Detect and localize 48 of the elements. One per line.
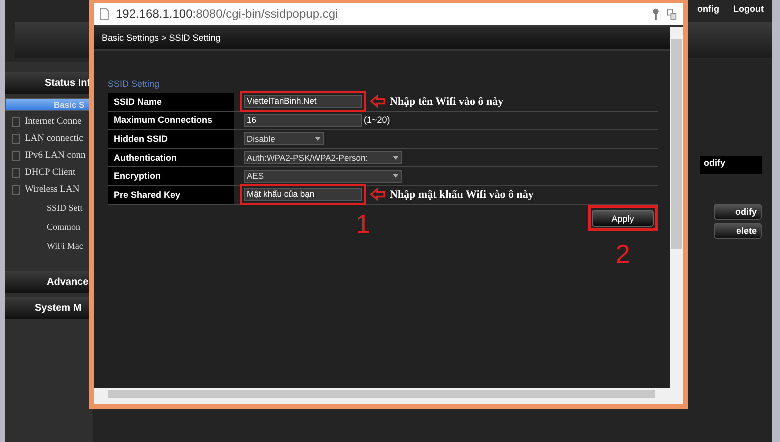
- tree-node-icon: [12, 134, 20, 144]
- sidebar-subitem[interactable]: WiFi Mac: [5, 236, 93, 255]
- step-number: 1: [356, 210, 370, 241]
- sidebar-item[interactable]: Wireless LAN: [25, 184, 80, 194]
- field-label: Hidden SSID: [108, 130, 234, 148]
- field-label: Authentication: [108, 148, 234, 166]
- text-field[interactable]: odify: [700, 156, 762, 174]
- header-link[interactable]: onfig: [698, 4, 720, 20]
- input-field[interactable]: Mật khẩu của bạn: [244, 188, 362, 202]
- breadcrumb: Basic Settings > SSID Setting: [94, 27, 670, 51]
- arrow-left-icon: [370, 188, 386, 202]
- step-number: 2: [616, 241, 630, 268]
- field-label: SSID Name: [108, 93, 234, 111]
- sidebar-subitem[interactable]: Common: [5, 217, 93, 236]
- url-text: 192.168.1.100:8080/cgi-bin/ssidpopup.cgi: [116, 7, 338, 21]
- caret-icon: [393, 156, 399, 160]
- arrow-left-icon: [370, 95, 386, 108]
- sidebar-item[interactable]: IPv6 LAN conn: [25, 150, 86, 160]
- annotation-text: Nhập mật khẩu Wifi vào ô này: [390, 188, 534, 201]
- dropdown[interactable]: Disable: [244, 132, 324, 146]
- address-bar[interactable]: 192.168.1.100:8080/cgi-bin/ssidpopup.cgi: [94, 3, 683, 27]
- annotation-text: Nhập tên Wifi vào ô này: [390, 96, 504, 108]
- input-field[interactable]: ViettelTanBinh.Net: [244, 95, 362, 108]
- page-icon: [100, 8, 110, 20]
- tree-node-icon: [12, 150, 20, 160]
- input-field[interactable]: 16: [244, 114, 362, 127]
- field-label: Pre Shared Key: [108, 186, 234, 204]
- field-label: Maximum Connections: [108, 112, 234, 130]
- field-label: Encryption: [108, 167, 234, 185]
- range-hint: (1~20): [364, 115, 390, 126]
- panel-button[interactable]: elete: [714, 223, 762, 239]
- section-title: SSID Setting: [108, 79, 161, 89]
- caret-icon: [315, 136, 321, 141]
- tree-node-icon: [12, 116, 20, 126]
- apply-button[interactable]: Apply: [592, 210, 654, 228]
- caret-icon: [393, 174, 399, 178]
- dropdown[interactable]: AES: [244, 170, 402, 183]
- key-icon[interactable]: [651, 8, 661, 20]
- panel-button[interactable]: odify: [714, 204, 762, 220]
- header-link[interactable]: Logout: [734, 4, 764, 20]
- tree-node-icon: [12, 184, 20, 194]
- sidebar-subitem[interactable]: SSID Sett: [5, 198, 93, 217]
- sidebar-item[interactable]: Internet Conne: [25, 116, 82, 126]
- dropdown[interactable]: Auth:WPA2-PSK/WPA2-Person:: [244, 151, 402, 164]
- sidebar-item[interactable]: DHCP Client: [25, 168, 76, 178]
- translate-icon[interactable]: [667, 8, 677, 20]
- sidebar-item[interactable]: LAN connectic: [25, 134, 84, 144]
- tree-node-icon: [12, 168, 20, 178]
